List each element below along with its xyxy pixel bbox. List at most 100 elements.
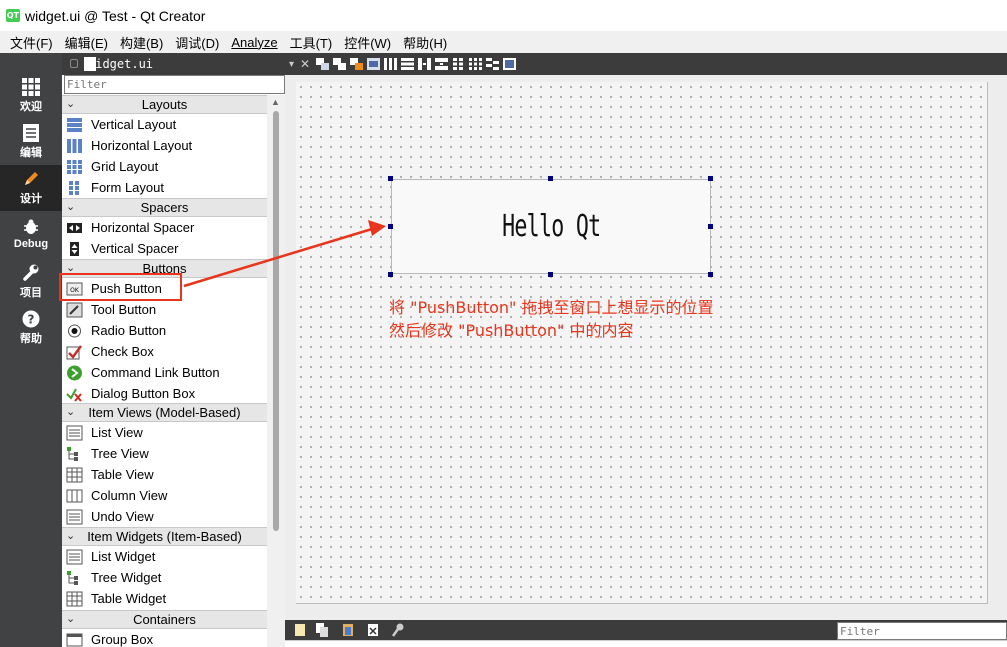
layout-splitter-vertical-icon[interactable] (435, 58, 449, 70)
selection-handle[interactable] (548, 272, 553, 277)
widget-table-view[interactable]: Table View (62, 464, 267, 485)
menu-analyze[interactable]: Analyze (225, 35, 283, 50)
hello-qt-push-button[interactable]: Hello Qt (391, 179, 711, 274)
menu-tools[interactable]: 工具(T) (284, 33, 339, 52)
menu-file[interactable]: 文件(F) (4, 33, 59, 52)
category-item-views[interactable]: ⌄ Item Views (Model-Based) (62, 403, 267, 422)
dropdown-arrow-icon[interactable]: ▾ (289, 59, 294, 70)
layout-vertically-icon[interactable] (401, 58, 415, 70)
new-action-icon[interactable] (294, 623, 306, 637)
mode-edit[interactable]: 编辑 (0, 119, 62, 165)
scrollbar-thumb[interactable] (273, 111, 279, 531)
widget-tool-button[interactable]: Tool Button (62, 299, 267, 320)
selection-handle[interactable] (388, 272, 393, 277)
menu-debug[interactable]: 调试(D) (169, 33, 225, 52)
menu-edit[interactable]: 编辑(E) (59, 33, 114, 52)
mode-label: 编辑 (20, 147, 42, 159)
mode-projects[interactable]: 项目 (0, 259, 62, 305)
widget-table-widget[interactable]: Table Widget (62, 588, 267, 609)
delete-action-icon[interactable] (367, 623, 379, 637)
bug-icon (21, 218, 41, 236)
widget-vertical-layout[interactable]: Vertical Layout (62, 114, 267, 135)
widget-grid-layout[interactable]: Grid Layout (62, 156, 267, 177)
widget-form-layout[interactable]: Form Layout (62, 177, 267, 198)
selection-handle[interactable] (548, 176, 553, 181)
widget-label: Horizontal Layout (91, 138, 193, 153)
action-filter-input[interactable] (837, 622, 1007, 640)
group-box-icon (66, 633, 83, 646)
widget-tree-view[interactable]: Tree View (62, 443, 267, 464)
widget-label: List Widget (91, 549, 156, 564)
widget-check-box[interactable]: Check Box (62, 341, 267, 362)
paste-action-icon[interactable] (342, 623, 354, 637)
layout-grid-icon[interactable] (469, 58, 483, 70)
widget-label: Vertical Spacer (91, 241, 179, 256)
break-layout-icon[interactable] (486, 58, 500, 70)
widget-undo-view[interactable]: Undo View (62, 506, 267, 527)
category-item-widgets[interactable]: ⌄ Item Widgets (Item-Based) (62, 527, 267, 546)
widget-vertical-spacer[interactable]: Vertical Spacer (62, 238, 267, 259)
widget-label: Tree Widget (91, 570, 162, 585)
widget-box-scrollbar[interactable]: ▲ (267, 95, 285, 647)
selection-handle[interactable] (708, 224, 713, 229)
title-bar: QT widget.ui @ Test - Qt Creator (0, 0, 1007, 31)
open-file-name[interactable]: widget.ui (88, 57, 153, 71)
copy-action-icon[interactable] (316, 623, 328, 637)
widget-horizontal-spacer[interactable]: Horizontal Spacer (62, 217, 267, 238)
qt-creator-logo-icon: QT (6, 9, 20, 22)
edit-widgets-icon[interactable] (316, 58, 330, 70)
horizontal-spacer-icon (67, 222, 82, 233)
widget-column-view[interactable]: Column View (62, 485, 267, 506)
widget-group-box[interactable]: Group Box (62, 629, 267, 647)
mode-selector-bar: 欢迎 编辑 设计 Debug 项目 ? 帮助 (0, 53, 62, 647)
layout-splitter-horizontal-icon[interactable] (418, 58, 432, 70)
menu-widgets[interactable]: 控件(W) (338, 33, 397, 52)
mode-welcome[interactable]: 欢迎 (0, 73, 62, 119)
mode-label: Debug (13, 238, 49, 250)
category-containers[interactable]: ⌄ Containers (62, 610, 267, 629)
edit-buddies-icon[interactable] (350, 58, 364, 70)
mode-label: 项目 (20, 287, 42, 299)
list-widget-icon (66, 549, 83, 564)
category-layouts[interactable]: ⌄ Layouts (62, 95, 267, 114)
menu-build[interactable]: 构建(B) (114, 33, 169, 52)
widget-list-widget[interactable]: List Widget (62, 546, 267, 567)
mode-help[interactable]: ? 帮助 (0, 305, 62, 351)
layout-horizontally-icon[interactable] (384, 58, 398, 70)
ui-file-icon (84, 57, 96, 71)
menu-help[interactable]: 帮助(H) (397, 33, 453, 52)
selection-handle[interactable] (708, 272, 713, 277)
mode-label: 帮助 (20, 333, 42, 345)
widget-label: Grid Layout (91, 159, 159, 174)
pencil-icon (21, 170, 41, 188)
selection-handle[interactable] (388, 176, 393, 181)
close-icon[interactable]: ✕ (300, 57, 310, 71)
table-widget-icon (66, 591, 83, 606)
edit-signals-slots-icon[interactable] (333, 58, 347, 70)
widget-dialog-button-box[interactable]: Dialog Button Box (62, 383, 267, 404)
widget-tree-widget[interactable]: Tree Widget (62, 567, 267, 588)
category-label: Spacers (140, 200, 189, 215)
selection-handle[interactable] (708, 176, 713, 181)
category-spacers[interactable]: ⌄ Spacers (62, 198, 267, 217)
wrench-icon[interactable] (392, 623, 404, 637)
widget-radio-button[interactable]: Radio Button (62, 320, 267, 341)
mode-debug[interactable]: Debug (0, 211, 62, 257)
document-icon (21, 124, 41, 142)
vertical-spacer-icon (70, 241, 79, 256)
edit-tab-order-icon[interactable] (367, 58, 381, 70)
widget-filter-input[interactable] (64, 75, 285, 94)
widget-list-view[interactable]: List View (62, 422, 267, 443)
widget-label: Group Box (91, 632, 154, 647)
selection-handle[interactable] (388, 224, 393, 229)
tree-view-icon (67, 446, 78, 461)
mode-design[interactable]: 设计 (0, 165, 62, 211)
widget-label: Check Box (91, 344, 154, 359)
widget-horizontal-layout[interactable]: Horizontal Layout (62, 135, 267, 156)
layout-form-icon[interactable] (452, 58, 465, 70)
scroll-up-arrow-icon[interactable]: ▲ (271, 97, 280, 107)
category-label: Item Views (Model-Based) (88, 405, 241, 420)
widget-command-link-button[interactable]: Command Link Button (62, 362, 267, 383)
adjust-size-icon[interactable] (503, 58, 517, 70)
form-canvas[interactable] (296, 82, 988, 604)
